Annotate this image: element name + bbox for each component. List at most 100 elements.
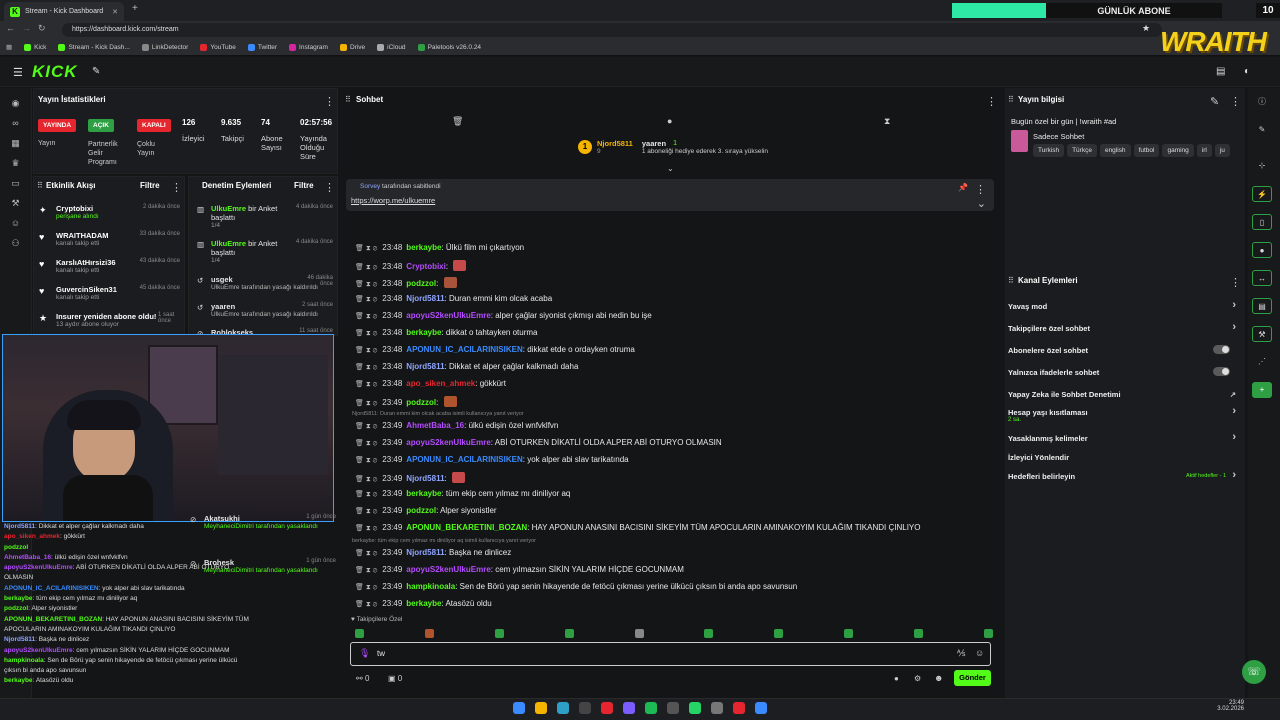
message-username[interactable]: Njord5811 (406, 362, 444, 371)
gift-count-icon[interactable]: ▣ 0 (388, 674, 402, 683)
mod-actions-icon[interactable]: 🗑 ⧗ ⊘ (355, 281, 377, 288)
chevron-right-icon[interactable]: › (1232, 431, 1236, 443)
mod-actions-icon[interactable]: 🗑 ⧗ ⊘ (355, 296, 377, 303)
chevron-right-icon[interactable]: › (1232, 299, 1236, 311)
chat-message[interactable]: 🗑 ⧗ ⊘ 23:49 podzzol: (355, 396, 457, 408)
mod-actions-icon[interactable]: 🗑 ⧗ ⊘ (355, 584, 377, 591)
chat-input-box[interactable]: 🎙 tw ⅍ ☺ (350, 642, 991, 666)
chevron-right-icon[interactable]: › (1232, 469, 1236, 481)
bookmark-star-icon[interactable]: ★ (1142, 23, 1150, 34)
chat-message[interactable]: 🗑 ⧗ ⊘ 23:49 Njord5811: Başka ne dinlicez (355, 548, 511, 558)
mod-actions-icon[interactable]: 🗑 ⧗ ⊘ (355, 347, 377, 354)
channel-action-row[interactable]: Yapay Zeka ile Sohbet Denetimi ↗ (1008, 390, 1240, 399)
message-username[interactable]: apo_siken_ahmek (406, 379, 475, 388)
chevron-right-icon[interactable]: › (1232, 321, 1236, 333)
chat-message[interactable]: 🗑 ⧗ ⊘ 23:49 podzzol: Alper siyonistler (355, 506, 497, 516)
chat-message[interactable]: 🗑 ⧗ ⊘ 23:49 apoyuS2kenUlkuEmre: ABİ OTURKE… (355, 438, 722, 448)
chat-message[interactable]: 🗑 ⧗ ⊘ 23:49 APONUN_IC_ACILARINISIKEN: yok … (355, 455, 629, 465)
emoji-icon[interactable]: ☺ (975, 648, 984, 658)
info-drag-icon[interactable]: ⠿ (1008, 95, 1014, 104)
pinned-collapse-icon[interactable]: ⌄ (977, 197, 986, 210)
mod-actions-icon[interactable]: 🗑 ⧗ ⊘ (355, 264, 377, 271)
channel-action-row[interactable]: Takipçilere özel sohbet › (1008, 321, 1240, 333)
mod-actions-icon[interactable]: 🗑 ⧗ ⊘ (355, 313, 377, 320)
list-icon[interactable]: ▤ (1252, 298, 1272, 314)
message-username[interactable]: apoyuS2kenUlkuEmre (406, 438, 490, 447)
bookmark-item[interactable]: Twitter (247, 43, 277, 51)
mod-actions-icon[interactable]: 🗑 ⧗ ⊘ (355, 364, 377, 371)
trophy-icon[interactable]: ♛ (10, 158, 21, 169)
start-icon[interactable] (513, 702, 525, 714)
message-username[interactable]: berkaybe (406, 243, 441, 252)
explorer-icon[interactable] (535, 702, 547, 714)
message-username[interactable]: Njord5811 (406, 548, 444, 557)
focus-icon[interactable]: ⊹ (1252, 158, 1272, 174)
screen-icon[interactable]: ▭ (10, 178, 21, 189)
community-icon[interactable]: ⚇ (10, 238, 21, 249)
mod-actions-icon[interactable]: 🗑 ⧗ ⊘ (355, 400, 377, 407)
bot-icon[interactable]: ☻ (934, 673, 943, 683)
back-icon[interactable]: ← (6, 23, 15, 33)
chat-message[interactable]: 🗑 ⧗ ⊘ 23:49 hampkinoala: Sen de Börü yap s… (355, 582, 797, 592)
chat-message[interactable]: 🗑 ⧗ ⊘ 23:48 Njord5811: Duran emmi kim olca… (355, 294, 552, 304)
tools-icon[interactable]: ✎ (92, 66, 100, 77)
bolt-icon[interactable]: ⚡ (1252, 186, 1272, 202)
stream-icon[interactable]: ◉ (10, 98, 21, 109)
activity-filter[interactable]: Filtre (140, 181, 160, 190)
app-icon[interactable] (755, 702, 767, 714)
comment-icon[interactable]: ● (1252, 242, 1272, 258)
message-username[interactable]: AhmetBaba_16 (406, 421, 464, 430)
expand-icon[interactable]: ⌄ (667, 164, 674, 173)
wrench-icon[interactable]: ⚒ (10, 198, 21, 209)
user-menu-icon[interactable]: ◐ (1244, 66, 1250, 77)
chat-more-icon[interactable]: ⋮ (986, 95, 997, 108)
chat-drag-icon[interactable]: ⠿ (345, 95, 351, 104)
message-username[interactable]: apoyuS2kenUlkuEmre (406, 311, 490, 320)
new-tab-icon[interactable]: + (132, 3, 138, 14)
message-username[interactable]: berkaybe (406, 328, 441, 337)
menu-icon[interactable]: ☰ (13, 66, 23, 79)
chat-message[interactable]: 🗑 ⧗ ⊘ 23:49 apoyuS2kenUlkuEmre: cem yılmaz… (355, 565, 684, 575)
external-link-icon[interactable]: ↗ (1230, 390, 1236, 399)
mic-icon[interactable]: 🎙 (359, 648, 370, 659)
wrench-icon[interactable]: ⚒ (1252, 326, 1272, 342)
chat-message[interactable]: 🗑 ⧗ ⊘ 23:49 APONUN_BEKARETINI_BOZAN: HAY A… (355, 523, 921, 533)
message-username[interactable]: berkaybe (406, 489, 441, 498)
mod-actions-icon[interactable]: 🗑 ⧗ ⊘ (355, 567, 377, 574)
message-username[interactable]: Njord5811 (406, 474, 444, 483)
grid-icon[interactable]: ▦ (10, 138, 21, 149)
toggle-switch[interactable] (1213, 345, 1230, 354)
actions-drag-icon[interactable]: ⠿ (1008, 276, 1014, 285)
mod-actions-icon[interactable]: 🗑 ⧗ ⊘ (355, 476, 377, 483)
channel-action-row[interactable]: Yalnızca ifadelerle sohbet (1008, 367, 1240, 377)
kick-logo[interactable]: KICK (32, 62, 78, 82)
message-username[interactable]: APONUN_IC_ACILARINISIKEN (406, 455, 522, 464)
chat-settings-icon[interactable]: ● (894, 674, 899, 683)
translate-icon[interactable]: ⅍ (957, 648, 966, 658)
mod-actions-icon[interactable]: 🗑 ⧗ ⊘ (355, 550, 377, 557)
drag-icon[interactable]: ⠿ (37, 181, 43, 190)
message-username[interactable]: Njord5811 (406, 294, 444, 303)
hourglass-icon[interactable]: ⧗ (884, 116, 890, 127)
chat-message[interactable]: 🗑 ⧗ ⊘ 23:48 Njord5811: Dikkat et alper çağ… (355, 362, 578, 372)
message-username[interactable]: hampkinoala (406, 582, 455, 591)
chat-message[interactable]: 🗑 ⧗ ⊘ 23:48 Cryptobixi: (355, 260, 467, 272)
add-widget-icon[interactable]: + (1252, 382, 1272, 398)
toggle-switch[interactable] (1213, 367, 1230, 376)
message-username[interactable]: podzzol (406, 506, 436, 515)
reload-icon[interactable]: ↻ (38, 23, 46, 34)
message-username[interactable]: Cryptobixi (406, 262, 446, 271)
swap-icon[interactable]: ↔ (1252, 270, 1272, 286)
moderation-filter[interactable]: Filtre (294, 181, 314, 190)
link-count-icon[interactable]: ⚯ 0 (356, 674, 369, 683)
whatsapp-icon[interactable] (689, 702, 701, 714)
chat-message[interactable]: 🗑 ⧗ ⊘ 23:48 apoyuS2kenUlkuEmre: alper çağl… (355, 311, 652, 321)
chat-message[interactable]: 🗑 ⧗ ⊘ 23:48 podzzol: (355, 277, 457, 289)
bookmark-item[interactable]: iCloud (377, 43, 406, 51)
message-username[interactable]: podzzol (406, 279, 436, 288)
chat-message[interactable]: 🗑 ⧗ ⊘ 23:48 apo_siken_ahmek: gökkürt (355, 379, 506, 389)
actions-more-icon[interactable]: ⋮ (1230, 276, 1241, 289)
app-icon[interactable] (667, 702, 679, 714)
moderation-more-icon[interactable]: ⋮ (324, 181, 335, 194)
mod-actions-icon[interactable]: 🗑 ⧗ ⊘ (355, 491, 377, 498)
